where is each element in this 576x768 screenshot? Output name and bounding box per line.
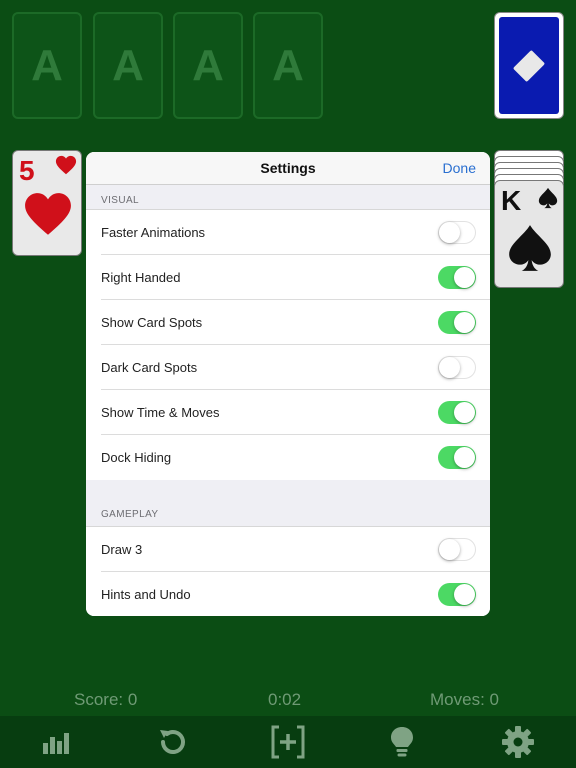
hints-undo-toggle[interactable] xyxy=(438,583,476,606)
setting-label: Hints and Undo xyxy=(101,587,191,602)
undo-icon[interactable] xyxy=(154,724,190,760)
setting-row-dock-hiding: Dock Hiding xyxy=(86,435,490,480)
settings-title: Settings xyxy=(260,160,316,176)
tableau-card-king-spades[interactable]: K xyxy=(494,180,564,288)
diamond-icon xyxy=(512,49,546,82)
foundation-label: A xyxy=(192,40,224,90)
setting-label: Show Card Spots xyxy=(101,315,203,330)
setting-row-show-card-spots: Show Card Spots xyxy=(86,300,490,345)
settings-dialog: Settings Done VISUAL Faster Animations R… xyxy=(86,152,490,616)
bar-chart-icon[interactable] xyxy=(40,724,76,760)
foundation-slot[interactable]: A xyxy=(93,12,163,119)
foundation-slot[interactable]: A xyxy=(253,12,323,119)
right-handed-toggle[interactable] xyxy=(438,266,476,289)
setting-row-right-handed: Right Handed xyxy=(86,255,490,300)
setting-label: Right Handed xyxy=(101,270,181,285)
foundation-label: A xyxy=(31,40,63,90)
setting-row-faster-animations: Faster Animations xyxy=(86,210,490,255)
stock-pile[interactable] xyxy=(494,12,564,119)
new-game-icon[interactable] xyxy=(270,724,306,760)
done-button[interactable]: Done xyxy=(443,160,476,176)
settings-header: Settings Done xyxy=(86,152,490,185)
setting-row-show-time-moves: Show Time & Moves xyxy=(86,390,490,435)
faster-animations-toggle[interactable] xyxy=(438,221,476,244)
lightbulb-icon[interactable] xyxy=(384,724,420,760)
show-time-moves-toggle[interactable] xyxy=(438,401,476,424)
gameplay-section-label: GAMEPLAY xyxy=(101,509,159,520)
time-display: 0:02 xyxy=(268,690,302,709)
card-rank: 5 xyxy=(19,155,35,186)
setting-row-hints-undo: Hints and Undo xyxy=(86,572,490,616)
spade-icon xyxy=(509,225,551,271)
foundation-slot[interactable]: A xyxy=(173,12,243,119)
heart-icon xyxy=(55,155,77,175)
setting-row-dark-card-spots: Dark Card Spots xyxy=(86,345,490,390)
dock-hiding-toggle[interactable] xyxy=(438,446,476,469)
spade-icon xyxy=(538,187,558,209)
card-rank: K xyxy=(501,185,522,216)
card-back xyxy=(499,17,559,114)
moves-display: Moves: 0 xyxy=(430,690,499,709)
heart-icon xyxy=(25,193,71,235)
score-display: Score: 0 xyxy=(74,690,138,709)
gameplay-section-header: GAMEPLAY xyxy=(86,480,490,527)
setting-label: Draw 3 xyxy=(101,542,143,557)
tableau-card-five-hearts[interactable]: 5 xyxy=(12,150,82,256)
setting-label: Dark Card Spots xyxy=(101,360,198,375)
draw-3-toggle[interactable] xyxy=(438,538,476,561)
gear-icon[interactable] xyxy=(500,724,536,760)
setting-label: Dock Hiding xyxy=(101,450,172,465)
foundation-label: A xyxy=(272,40,304,90)
bottom-toolbar xyxy=(0,716,576,768)
foundation-label: A xyxy=(112,40,144,90)
show-card-spots-toggle[interactable] xyxy=(438,311,476,334)
visual-section-header: VISUAL xyxy=(86,185,490,210)
setting-row-draw-3: Draw 3 xyxy=(86,527,490,572)
setting-label: Faster Animations xyxy=(101,225,206,240)
dark-card-spots-toggle[interactable] xyxy=(438,356,476,379)
foundation-slot[interactable]: A xyxy=(12,12,82,119)
setting-label: Show Time & Moves xyxy=(101,405,220,420)
